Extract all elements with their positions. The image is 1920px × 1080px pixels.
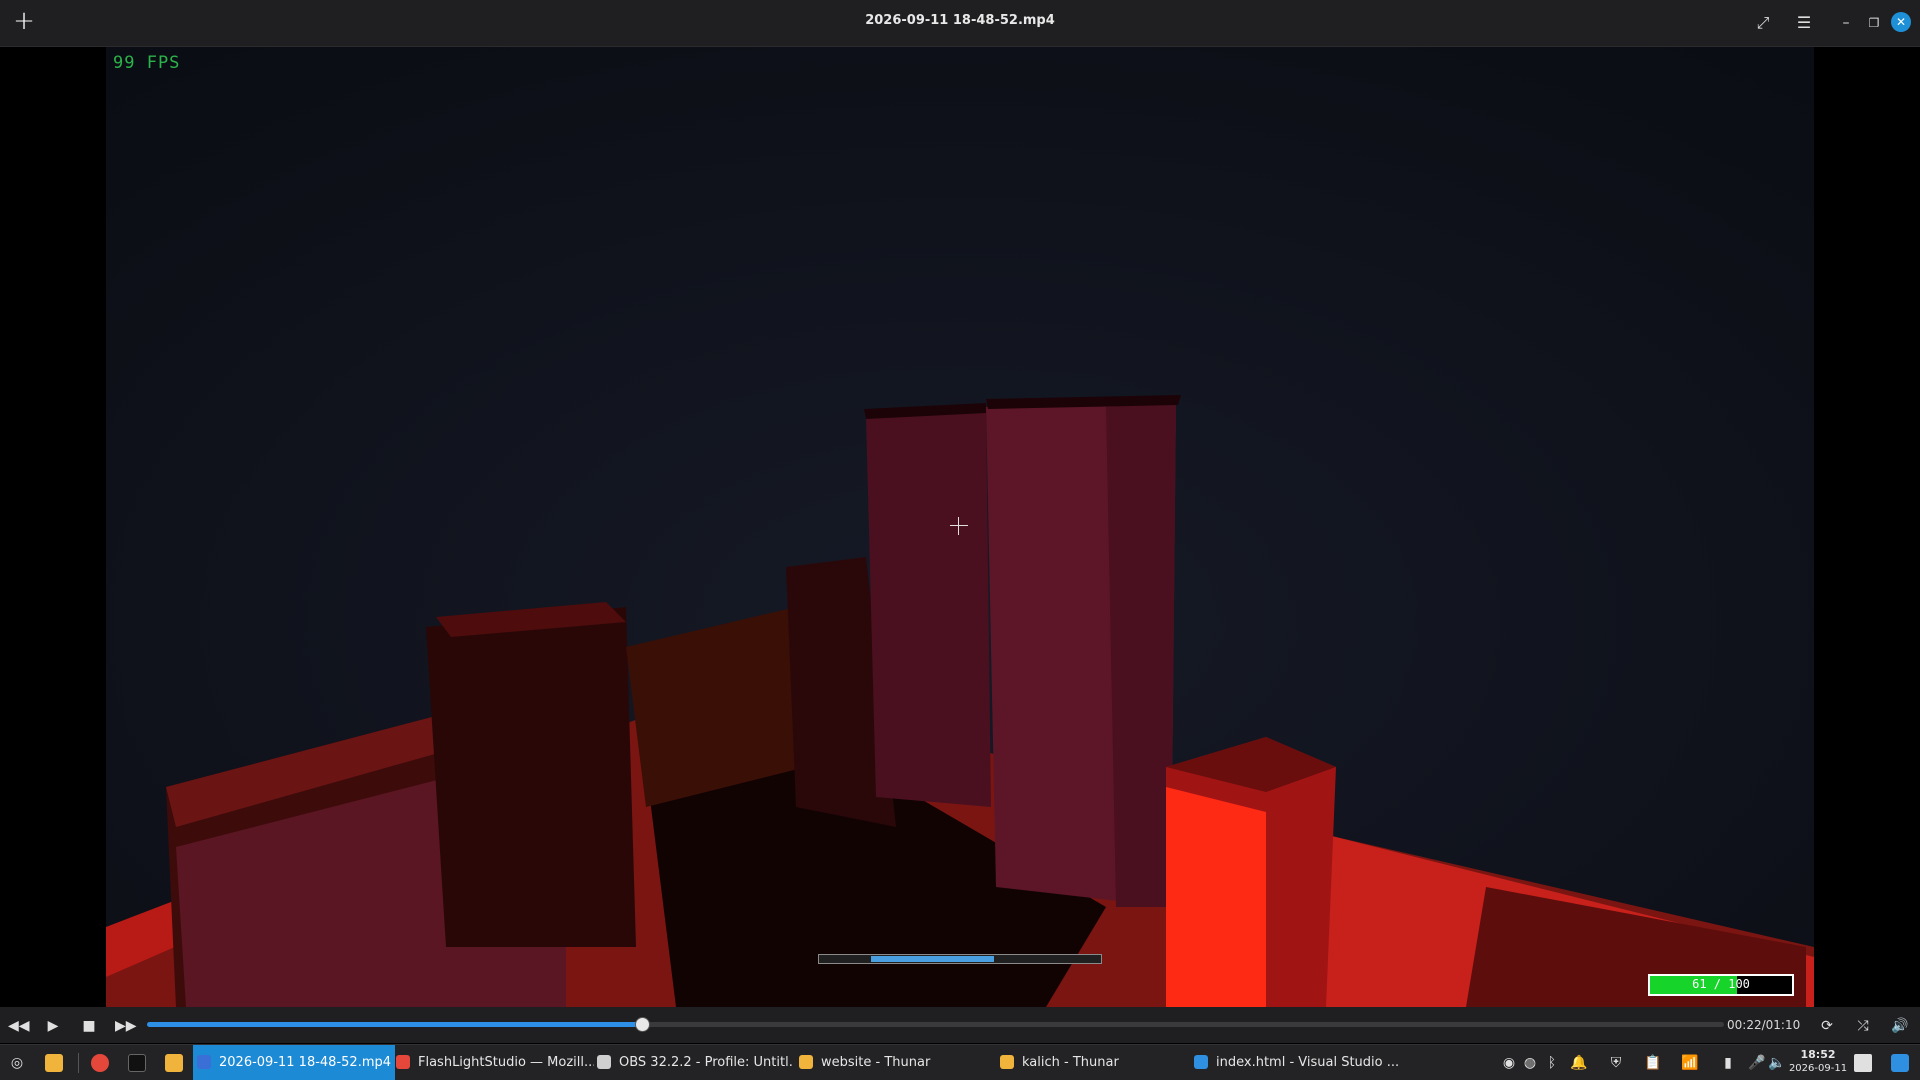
taskbar-task[interactable]: kalich - Thunar xyxy=(996,1045,1192,1080)
microphone-icon[interactable]: 🎤 xyxy=(1748,1054,1766,1072)
clock-time: 18:52 xyxy=(1800,1048,1836,1061)
seek-handle[interactable] xyxy=(635,1017,651,1032)
loop-icon[interactable]: ⟳ xyxy=(1817,1016,1837,1036)
task-app-icon xyxy=(597,1054,611,1069)
fast-forward-icon[interactable]: ▶▶ xyxy=(115,1016,137,1036)
volume-icon[interactable]: 🔊 xyxy=(1890,1016,1910,1036)
menu-icon[interactable]: ☰ xyxy=(1792,11,1816,35)
seek-bar-progress xyxy=(147,1022,643,1027)
task-app-icon xyxy=(197,1054,211,1069)
timecode: 00:22/01:10 xyxy=(1727,1018,1801,1032)
shield-icon[interactable]: ⛨ xyxy=(1607,1054,1625,1072)
task-app-icon xyxy=(396,1054,410,1069)
maximize-icon[interactable]: ❐ xyxy=(1862,11,1886,35)
task-label: index.html - Visual Studio ... xyxy=(1216,1055,1399,1070)
loading-bar-fill xyxy=(871,956,994,962)
play-icon[interactable]: ▶ xyxy=(43,1016,63,1036)
task-label: kalich - Thunar xyxy=(1022,1055,1119,1070)
video-area[interactable]: 99 FPS 61 / 100 xyxy=(0,47,1920,1007)
launcher-divider xyxy=(78,1053,79,1073)
terminal-launcher-icon[interactable] xyxy=(128,1054,146,1072)
files-launcher-icon[interactable] xyxy=(45,1054,63,1072)
bluetooth-icon[interactable]: ᛒ xyxy=(1543,1054,1561,1072)
taskbar-task[interactable]: FlashLightStudio — Mozill... xyxy=(392,1045,594,1080)
task-label: OBS 32.2.2 - Profile: Untitl... xyxy=(619,1055,794,1070)
task-app-icon xyxy=(1000,1054,1014,1069)
task-label: 2026-09-11 18-48-52.mp4 xyxy=(219,1055,392,1070)
clipboard-icon[interactable]: 📋 xyxy=(1644,1054,1662,1072)
task-label: website - Thunar xyxy=(821,1055,931,1070)
clock-date: 2026-09-11 xyxy=(1788,1063,1848,1074)
playback-controls: ◀◀ ▶ ■ ▶▶ 00:22/01:10 ⟳ ⤮ 🔊 xyxy=(0,1007,1920,1043)
taskbar-task[interactable]: OBS 32.2.2 - Profile: Untitl... xyxy=(593,1045,794,1080)
seek-bar[interactable] xyxy=(147,1017,1724,1032)
fullscreen-icon[interactable]: ⤢ xyxy=(1751,11,1775,35)
battery-icon[interactable]: ▮ xyxy=(1719,1054,1737,1072)
speaker-icon[interactable]: 🔈 xyxy=(1768,1054,1786,1072)
folder-launcher-icon[interactable] xyxy=(165,1054,183,1072)
close-icon[interactable]: ✕ xyxy=(1891,12,1911,32)
title-bar: + 2026-09-11 18-48-52.mp4 ⤢ ☰ – ❐ ✕ xyxy=(0,0,1920,47)
show-desktop-icon[interactable] xyxy=(1854,1054,1872,1072)
taskbar: ◎ 2026-09-11 18-48-52.mp4 FlashLightStudi… xyxy=(0,1044,1920,1080)
browser-launcher-icon[interactable] xyxy=(91,1054,109,1072)
wifi-icon[interactable]: 📶 xyxy=(1681,1054,1699,1072)
steam-tray-icon[interactable]: ◍ xyxy=(1521,1054,1539,1072)
window-title: 2026-09-11 18-48-52.mp4 xyxy=(865,13,1055,28)
game-scene: 99 FPS 61 / 100 xyxy=(106,47,1814,1007)
shuffle-icon[interactable]: ⤮ xyxy=(1853,1016,1873,1036)
task-app-icon xyxy=(799,1054,813,1069)
app-launcher-icon[interactable]: ◎ xyxy=(8,1054,26,1072)
notification-bell-icon[interactable]: 🔔 xyxy=(1570,1054,1588,1072)
task-app-icon xyxy=(1194,1054,1208,1069)
rewind-icon[interactable]: ◀◀ xyxy=(8,1016,30,1036)
loading-bar xyxy=(818,954,1102,964)
fps-counter: 99 FPS xyxy=(113,53,181,73)
obs-tray-icon[interactable]: ◉ xyxy=(1500,1054,1518,1072)
health-label: 61 / 100 xyxy=(1692,977,1750,991)
task-label: FlashLightStudio — Mozill... xyxy=(418,1055,594,1070)
stop-icon[interactable]: ■ xyxy=(79,1016,99,1036)
minimize-icon[interactable]: – xyxy=(1834,11,1858,35)
crosshair-icon xyxy=(950,517,968,535)
health-bar: 61 / 100 xyxy=(1648,974,1794,996)
update-tray-icon[interactable] xyxy=(1891,1054,1909,1072)
taskbar-task[interactable]: 2026-09-11 18-48-52.mp4 xyxy=(193,1045,395,1080)
taskbar-task[interactable]: index.html - Visual Studio ... xyxy=(1190,1045,1399,1080)
clock[interactable]: 18:52 2026-09-11 xyxy=(1788,1048,1848,1076)
taskbar-task[interactable]: website - Thunar xyxy=(795,1045,999,1080)
